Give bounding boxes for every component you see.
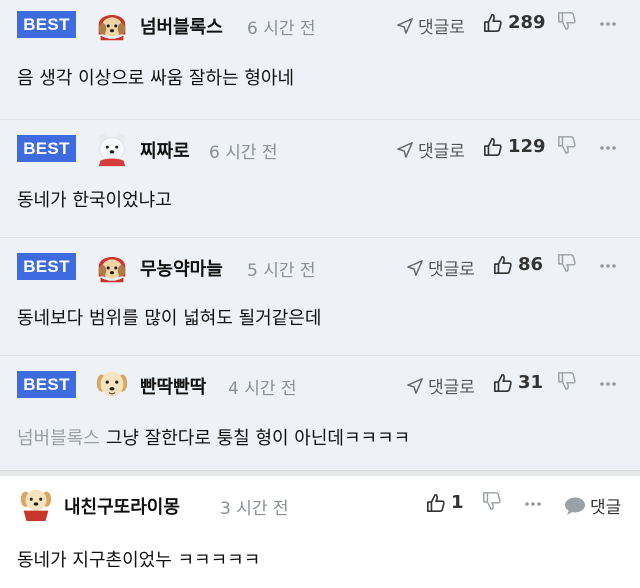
comment-text: 동네가 지구촌이었누 ㅋㅋㅋㅋㅋ [17,550,261,571]
avatar[interactable] [93,6,131,44]
reply-button[interactable]: 댓글로 [396,13,465,38]
thumbs-down-icon[interactable] [557,135,577,155]
comment-text: 동네보다 범위를 많이 넓혀도 될거같은데 [17,308,322,329]
avatar[interactable] [93,248,131,286]
comment-header: BEST 무농약마늘 5 시간 전 댓글로 86 [0,242,640,292]
nickname[interactable]: 무농약마늘 [140,255,223,281]
like-count: 129 [508,136,546,157]
reply-button[interactable]: 댓글 [564,493,621,518]
timestamp: 3 시간 전 [220,499,289,519]
comment-item: BEST 찌짜로 6 시간 전 댓글로 129 동네가 한국이었냐고 [0,120,640,238]
reply-label: 댓글로 [428,378,475,398]
best-badge: BEST [17,253,76,280]
nickname[interactable]: 빤딱빤딱 [140,373,206,399]
best-badge: BEST [17,11,76,38]
like-button[interactable]: 289 [483,12,546,33]
more-options-icon[interactable] [599,381,617,387]
thumbs-up-icon [493,373,513,393]
comment-text: 음 생각 이상으로 싸움 잘하는 형아네 [17,68,295,89]
thumbs-up-icon [426,493,446,513]
like-button[interactable]: 129 [483,136,546,157]
best-badge: BEST [17,135,76,162]
more-options-icon[interactable] [524,501,542,507]
more-options-icon[interactable] [599,263,617,269]
comment-item: BEST 넘버블록스 6 시간 전 댓글로 289 음 생각 이상으로 싸움 잘… [0,0,640,120]
nickname[interactable]: 찌짜로 [140,137,190,163]
reply-button[interactable]: 댓글로 [396,137,465,162]
comment-text: 동네가 한국이었냐고 [17,190,172,211]
comment-body: 그냥 잘한다로 퉁칠 형이 아닌데ㅋㅋㅋㅋ [105,428,411,449]
comment-header: BEST 찌짜로 6 시간 전 댓글로 129 [0,124,640,174]
nickname[interactable]: 넘버블록스 [140,13,223,39]
comment-text: 넘버블록스 그냥 잘한다로 퉁칠 형이 아닌데ㅋㅋㅋㅋ [0,406,640,452]
timestamp: 6 시간 전 [209,143,278,163]
reply-button[interactable]: 댓글로 [406,373,475,398]
reply-icon [406,377,424,395]
avatar[interactable] [17,484,55,522]
avatar[interactable] [93,130,131,168]
thumbs-up-icon [483,137,503,157]
more-options-icon[interactable] [599,145,617,151]
best-badge: BEST [17,371,76,398]
speech-bubble-icon [564,496,586,516]
reply-label: 댓글로 [418,18,465,38]
more-options-icon[interactable] [599,21,617,27]
thumbs-down-icon[interactable] [557,11,577,31]
like-count: 86 [518,254,544,275]
thumbs-down-icon[interactable] [482,491,502,511]
thumbs-down-icon[interactable] [557,253,577,273]
reply-label: 댓글로 [418,142,465,162]
like-button[interactable]: 31 [493,372,543,393]
thumbs-up-icon [483,13,503,33]
like-count: 31 [518,372,544,393]
comment-item: BEST 빤딱빤딱 4 시간 전 댓글로 31 넘버블록스 그냥 잘한다로 퉁칠 … [0,356,640,470]
like-button[interactable]: 86 [493,254,543,275]
like-count: 1 [451,492,464,513]
timestamp: 6 시간 전 [247,19,316,39]
comment-header: 내친구또라이몽 3 시간 전 1 댓글 [0,480,640,530]
mention[interactable]: 넘버블록스 [17,428,100,449]
reply-icon [396,17,414,35]
thumbs-down-icon[interactable] [557,371,577,391]
comment-header: BEST 빤딱빤딱 4 시간 전 댓글로 31 [0,360,640,410]
reply-icon [396,141,414,159]
comment-item: 내친구또라이몽 3 시간 전 1 댓글 동네가 지구촌이었누 ㅋㅋㅋㅋㅋ [0,476,640,586]
comment-header: BEST 넘버블록스 6 시간 전 댓글로 289 [0,0,640,50]
like-count: 289 [508,12,546,33]
timestamp: 5 시간 전 [247,261,316,281]
nickname[interactable]: 내친구또라이몽 [64,493,180,519]
reply-label: 댓글로 [428,260,475,280]
reply-button[interactable]: 댓글로 [406,255,475,280]
reply-icon [406,259,424,277]
avatar[interactable] [93,366,131,404]
reply-label: 댓글 [590,498,622,518]
comment-item: BEST 무농약마늘 5 시간 전 댓글로 86 동네보다 범위를 많이 넓혀도… [0,238,640,356]
timestamp: 4 시간 전 [228,379,297,399]
thumbs-up-icon [493,255,513,275]
like-button[interactable]: 1 [426,492,464,513]
